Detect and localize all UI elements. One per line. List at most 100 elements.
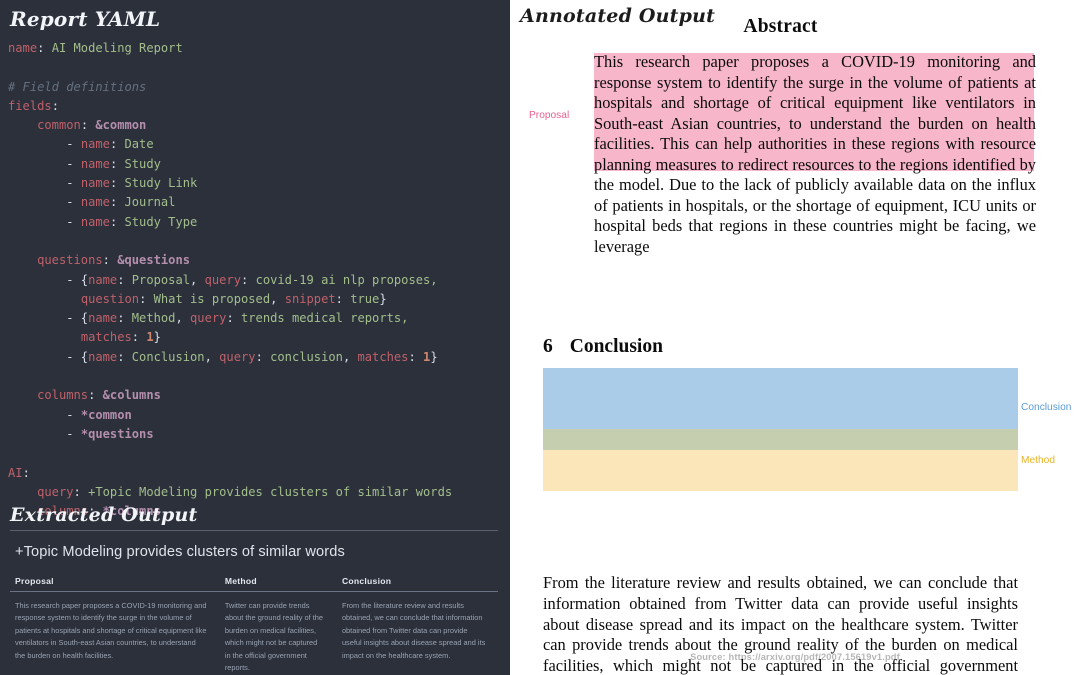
yaml-token-punc: , <box>270 291 285 306</box>
yaml-token-key: name <box>80 137 110 152</box>
yaml-token-punc: : <box>80 118 96 133</box>
yaml-token-plain <box>8 118 37 132</box>
yaml-token-key: name <box>80 195 110 210</box>
yaml-token-punc: - { <box>8 349 89 364</box>
yaml-token-punc: : <box>109 156 125 171</box>
yaml-token-punc: } <box>379 291 387 306</box>
method-highlight-band <box>543 450 1018 491</box>
yaml-token-key: AI <box>8 465 23 480</box>
yaml-token-punc: , <box>190 272 205 287</box>
column-header-proposal: Proposal <box>10 573 220 592</box>
yaml-token-com: # Field definitions <box>8 79 147 94</box>
yaml-token-key: name <box>80 214 110 229</box>
yaml-token-key: name <box>8 41 38 55</box>
yaml-token-punc: - <box>8 195 81 210</box>
yaml-token-punc: : <box>37 41 52 55</box>
overlap-highlight-band <box>543 429 1018 450</box>
yaml-token-punc: : <box>22 465 30 480</box>
yaml-token-punc: : <box>139 291 154 306</box>
yaml-token-val: Conclusion <box>131 349 205 364</box>
yaml-token-punc: : <box>335 291 351 306</box>
yaml-token-val: Proposal <box>131 272 191 287</box>
yaml-token-key: fields <box>8 98 52 113</box>
yaml-token-val: covid-19 ai nlp proposes, <box>255 272 438 287</box>
yaml-token-val: AI Modeling Report <box>51 41 183 55</box>
conclusion-side-label: Conclusion <box>1021 402 1072 413</box>
yaml-token-punc: : <box>73 484 89 499</box>
yaml-token-key: query <box>204 272 241 287</box>
yaml-token-anch: *common <box>80 407 132 422</box>
annotated-output-panel: Annotated Output Abstract This research … <box>510 0 1080 675</box>
abstract-heading: Abstract <box>743 16 818 37</box>
yaml-token-anch: &columns <box>102 388 161 403</box>
yaml-token-punc: : <box>109 195 125 210</box>
yaml-token-anch: &questions <box>117 253 191 268</box>
report-yaml-panel: Report YAML name: AI Modeling Report # F… <box>0 0 510 675</box>
yaml-token-punc: : <box>408 349 424 364</box>
extracted-output-section: Extracted Output +Topic Modeling provide… <box>0 504 510 675</box>
yaml-token-punc: : <box>102 253 118 268</box>
yaml-token-key: name <box>88 272 118 287</box>
yaml-token-val: Study <box>124 156 161 171</box>
yaml-token-key: snippet <box>284 291 336 306</box>
yaml-token-plain <box>8 253 37 267</box>
yaml-token-key: columns <box>37 388 89 403</box>
yaml-token-val: true <box>350 291 380 306</box>
conclusion-heading-line: 6 Conclusion <box>543 336 1018 358</box>
extracted-output-table: Proposal Method Conclusion This research… <box>10 573 498 675</box>
cell-conclusion: From the literature review and results o… <box>341 601 486 660</box>
yaml-token-punc: : <box>117 272 132 287</box>
column-header-method: Method <box>219 573 337 592</box>
yaml-token-val: Date <box>124 137 154 152</box>
yaml-token-key: query <box>190 311 227 326</box>
yaml-token-num: 1 <box>146 330 154 345</box>
table-header-row: Proposal Method Conclusion <box>10 573 498 592</box>
yaml-token-punc: : <box>109 176 125 191</box>
conclusion-section-heading: 6 Conclusion <box>543 336 1018 358</box>
yaml-token-val: What is proposed <box>153 291 271 306</box>
yaml-token-punc: : <box>88 388 103 403</box>
yaml-token-punc: - <box>8 426 81 441</box>
abstract-body: This research paper proposes a COVID-19 … <box>594 52 1036 257</box>
yaml-token-punc: - <box>8 156 81 171</box>
yaml-token-punc: - { <box>8 311 89 326</box>
yaml-token-key: query <box>37 484 74 499</box>
yaml-token-val: trends medical reports, <box>241 311 409 326</box>
yaml-token-punc: - <box>8 137 81 152</box>
yaml-token-punc: : <box>51 98 59 113</box>
yaml-token-punc: , <box>342 349 358 364</box>
yaml-token-punc: , <box>204 349 220 364</box>
yaml-token-punc: : <box>226 311 241 326</box>
yaml-token-plain <box>8 330 81 344</box>
yaml-token-val: Method <box>131 311 176 326</box>
yaml-token-punc: - <box>8 214 81 229</box>
yaml-token-punc: : <box>109 214 125 229</box>
yaml-token-key: query <box>219 349 256 364</box>
yaml-token-punc: - <box>8 176 81 191</box>
yaml-token-punc: } <box>153 330 161 345</box>
yaml-token-val: +Topic Modeling provides clusters of sim… <box>88 484 453 499</box>
column-header-conclusion: Conclusion <box>336 573 498 592</box>
yaml-token-key: matches <box>80 330 132 345</box>
yaml-token-punc: : <box>131 330 147 345</box>
yaml-token-anch: &common <box>95 118 147 133</box>
extracted-output-title: Extracted Output <box>10 504 198 526</box>
proposal-side-label: Proposal <box>529 110 570 121</box>
app-root: Report YAML name: AI Modeling Report # F… <box>0 0 1080 675</box>
yaml-token-val: Study Type <box>124 214 198 229</box>
yaml-token-punc: , <box>175 311 191 326</box>
yaml-token-key: name <box>80 156 110 171</box>
yaml-token-punc: : <box>117 349 132 364</box>
yaml-token-key: name <box>88 349 118 364</box>
cell-method: Twitter can provide trends about the gro… <box>224 601 324 673</box>
cell-proposal: This research paper proposes a COVID-19 … <box>15 601 207 660</box>
extracted-query-text: +Topic Modeling provides clusters of sim… <box>15 544 345 560</box>
conclusion-heading: Conclusion <box>569 336 663 357</box>
yaml-token-key: name <box>80 176 110 191</box>
report-yaml-title: Report YAML <box>10 7 161 31</box>
yaml-token-val: Journal <box>124 195 176 210</box>
conclusion-body: From the literature review and results o… <box>543 573 1018 675</box>
conclusion-section-number: 6 <box>543 336 553 357</box>
conclusion-highlight-band <box>543 368 1018 429</box>
yaml-code-block[interactable]: name: AI Modeling Report # Field definit… <box>0 36 510 521</box>
